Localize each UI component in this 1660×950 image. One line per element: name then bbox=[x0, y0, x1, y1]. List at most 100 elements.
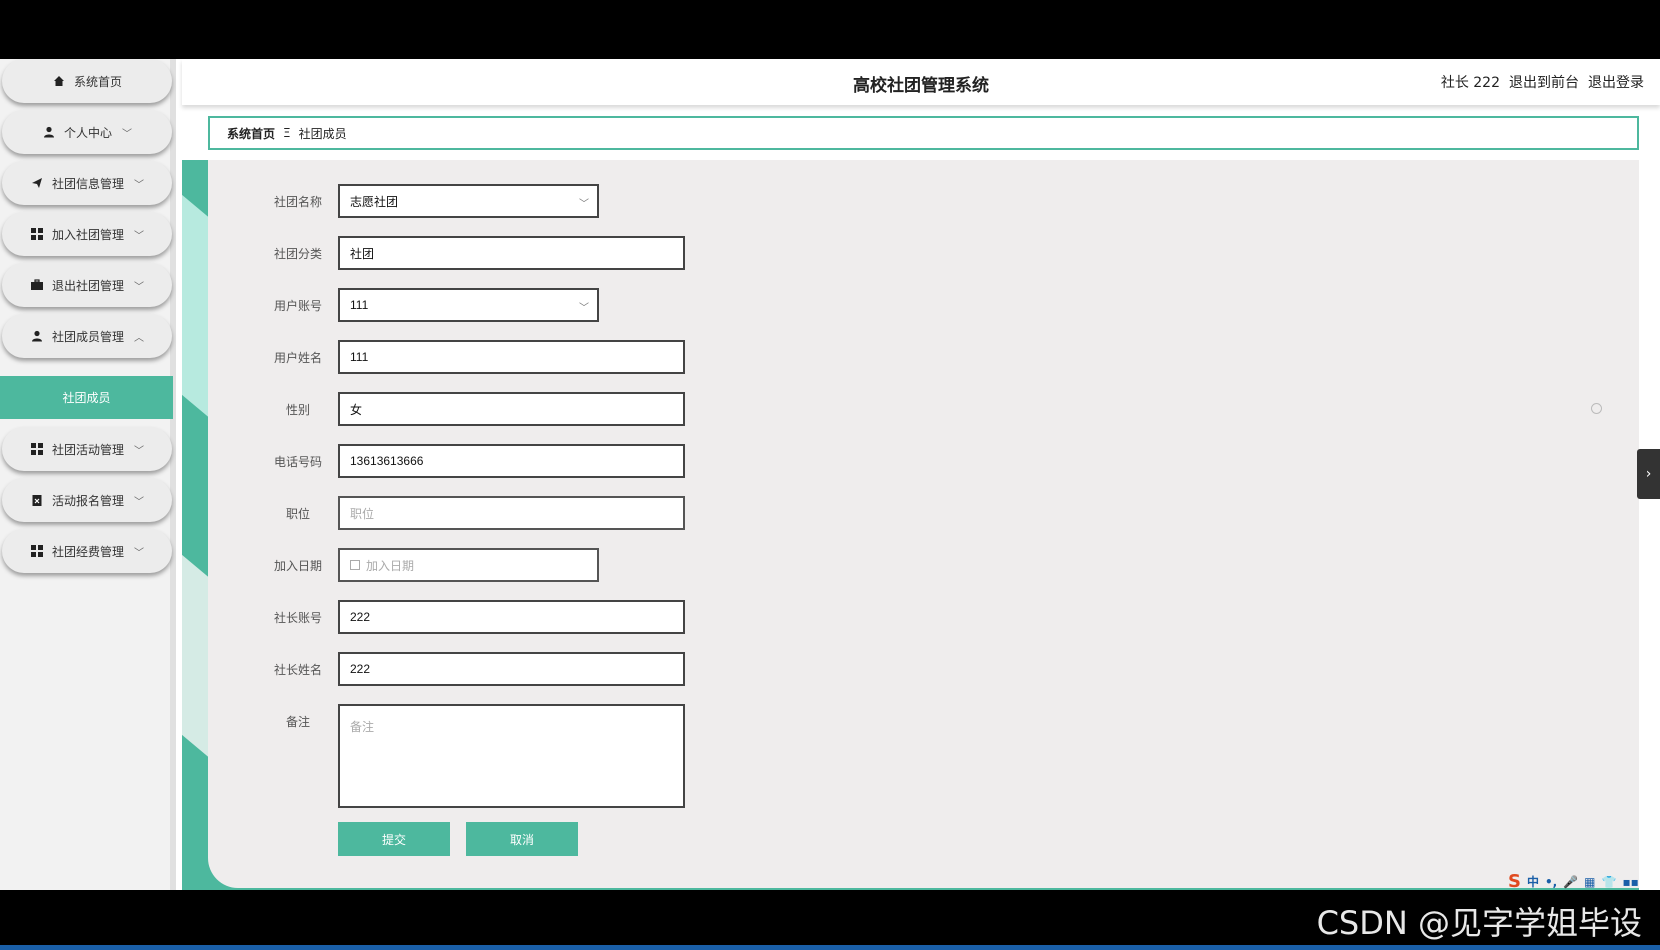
sidebar-item-members[interactable]: 社团成员管理 ︿ bbox=[2, 314, 172, 358]
app-title: 高校社团管理系统 bbox=[853, 76, 989, 96]
select-value: 111 bbox=[350, 298, 369, 312]
user-name-field[interactable]: 111 bbox=[338, 340, 685, 374]
microphone-icon[interactable]: 🎤 bbox=[1563, 875, 1578, 889]
sidebar: 系统首页 个人中心 ﹀ 社团信息管理 ﹀ 加入社团管理 ﹀ 退出社团管理 ﹀ 社… bbox=[0, 59, 176, 890]
sidebar-item-label: 退出社团管理 bbox=[51, 278, 124, 293]
form-row-user-account: 用户账号 111 ﹀ bbox=[208, 288, 908, 322]
sidebar-subitem-members[interactable]: 社团成员 bbox=[0, 376, 173, 419]
chevron-down-icon: ﹀ bbox=[134, 179, 144, 191]
breadcrumb-current: 社团成员 bbox=[298, 126, 347, 141]
ime-lang-indicator[interactable]: 中 bbox=[1527, 873, 1539, 890]
form-actions: 提交 取消 bbox=[208, 822, 908, 856]
join-date-picker[interactable]: 加入日期 bbox=[338, 548, 599, 582]
field-label: 备注 bbox=[285, 715, 310, 729]
chevron-down-icon: ﹀ bbox=[579, 199, 589, 210]
form-row-club-name: 社团名称 志愿社团 ﹀ bbox=[208, 184, 908, 218]
sidebar-item-label: 社团成员管理 bbox=[51, 329, 124, 344]
club-type-field[interactable]: 社团 bbox=[338, 236, 685, 270]
sidebar-item-activities[interactable]: 社团活动管理 ﹀ bbox=[2, 427, 172, 471]
send-icon bbox=[30, 176, 44, 190]
sidebar-item-home[interactable]: 系统首页 bbox=[2, 59, 172, 103]
form-row-leader-account: 社长账号 222 bbox=[208, 600, 908, 634]
sidebar-item-label: 系统首页 bbox=[73, 74, 122, 89]
home-icon bbox=[52, 74, 66, 88]
top-header: 高校社团管理系统 社长 222 退出到前台 退出登录 bbox=[182, 59, 1660, 105]
chevron-down-icon: ﹀ bbox=[134, 281, 144, 293]
field-label: 电话号码 bbox=[273, 455, 322, 469]
sidebar-item-signup[interactable]: 活动报名管理 ﹀ bbox=[2, 478, 172, 522]
club-name-select[interactable]: 志愿社团 ﹀ bbox=[338, 184, 599, 218]
field-label: 社团分类 bbox=[273, 247, 322, 261]
field-label: 社团名称 bbox=[273, 195, 322, 209]
ime-toolbar: S 中 •, 🎤 ▦ 👕 ▪▪ bbox=[1508, 871, 1639, 890]
progress-line bbox=[0, 945, 1660, 950]
field-label: 社长账号 bbox=[273, 611, 322, 625]
field-label: 职位 bbox=[285, 507, 310, 521]
chevron-up-icon: ︿ bbox=[134, 332, 144, 344]
sidebar-item-label: 加入社团管理 bbox=[51, 227, 124, 242]
cancel-button[interactable]: 取消 bbox=[466, 822, 578, 856]
form-row-club-type: 社团分类 社团 bbox=[208, 236, 908, 270]
sidebar-item-join-club[interactable]: 加入社团管理 ﹀ bbox=[2, 212, 172, 256]
form-panel: 社团名称 志愿社团 ﹀ 社团分类 社团 用户账号 111 ﹀ 用户姓名 111 … bbox=[208, 160, 1639, 888]
sidebar-item-label: 社团信息管理 bbox=[51, 176, 124, 191]
form-row-remark: 备注 备注 bbox=[208, 704, 908, 808]
form-row-gender: 性别 女 bbox=[208, 392, 908, 426]
top-black-bar bbox=[0, 0, 1660, 59]
form-row-join-date: 加入日期 加入日期 bbox=[208, 548, 908, 582]
chevron-down-icon: ﹀ bbox=[122, 128, 132, 140]
leader-name-field[interactable]: 222 bbox=[338, 652, 685, 686]
grid-icon bbox=[30, 442, 44, 456]
sidebar-item-label: 个人中心 bbox=[63, 125, 112, 140]
ime-logo-icon: S bbox=[1508, 871, 1521, 890]
sidebar-item-funds[interactable]: 社团经费管理 ﹀ bbox=[2, 529, 172, 573]
calendar-icon bbox=[350, 560, 360, 570]
field-label: 加入日期 bbox=[273, 559, 322, 573]
gender-field[interactable]: 女 bbox=[338, 392, 685, 426]
chevron-right-icon[interactable]: › bbox=[1637, 449, 1660, 499]
sidebar-item-label: 社团活动管理 bbox=[51, 442, 124, 457]
form-row-user-name: 用户姓名 111 bbox=[208, 340, 908, 374]
remark-textarea[interactable]: 备注 bbox=[338, 704, 685, 808]
chevron-down-icon: ﹀ bbox=[134, 445, 144, 457]
select-value: 志愿社团 bbox=[350, 194, 399, 209]
punctuation-icon[interactable]: •, bbox=[1545, 875, 1557, 889]
header-user-area: 社长 222 退出到前台 退出登录 bbox=[1441, 72, 1644, 92]
chevron-down-icon: ﹀ bbox=[134, 547, 144, 559]
close-circle-icon[interactable] bbox=[1591, 403, 1602, 414]
field-label: 用户账号 bbox=[273, 299, 322, 313]
sidebar-item-personal[interactable]: 个人中心 ﹀ bbox=[2, 110, 172, 154]
logout-link[interactable]: 退出登录 bbox=[1588, 72, 1644, 92]
sidebar-item-label: 活动报名管理 bbox=[51, 493, 124, 508]
grid-icon bbox=[30, 544, 44, 558]
form-row-phone: 电话号码 13613613666 bbox=[208, 444, 908, 478]
submit-button[interactable]: 提交 bbox=[338, 822, 450, 856]
app-window: 系统首页 个人中心 ﹀ 社团信息管理 ﹀ 加入社团管理 ﹀ 退出社团管理 ﹀ 社… bbox=[0, 59, 1660, 890]
user-icon bbox=[42, 125, 56, 139]
leader-account-field[interactable]: 222 bbox=[338, 600, 685, 634]
watermark: CSDN @见字学姐毕设 bbox=[1316, 904, 1642, 942]
field-label: 社长姓名 bbox=[273, 663, 322, 677]
clipboard-icon bbox=[30, 493, 44, 507]
form-row-leader-name: 社长姓名 222 bbox=[208, 652, 908, 686]
field-label: 用户姓名 bbox=[273, 351, 322, 365]
back-to-front-link[interactable]: 退出到前台 bbox=[1509, 72, 1579, 92]
position-field[interactable]: 职位 bbox=[338, 496, 685, 530]
user-account-select[interactable]: 111 ﹀ bbox=[338, 288, 599, 322]
skin-icon[interactable]: 👕 bbox=[1602, 875, 1617, 889]
user-icon bbox=[30, 329, 44, 343]
apps-icon[interactable]: ▪▪ bbox=[1622, 875, 1638, 889]
grid-icon bbox=[30, 227, 44, 241]
keyboard-icon[interactable]: ▦ bbox=[1584, 875, 1595, 889]
breadcrumb-separator: Ξ bbox=[283, 126, 291, 140]
breadcrumb-home[interactable]: 系统首页 bbox=[227, 125, 275, 142]
sidebar-item-club-info[interactable]: 社团信息管理 ﹀ bbox=[2, 161, 172, 205]
phone-field[interactable]: 13613613666 bbox=[338, 444, 685, 478]
form-row-position: 职位 职位 bbox=[208, 496, 908, 530]
breadcrumb: 系统首页 Ξ 社团成员 bbox=[208, 116, 1639, 150]
sidebar-item-quit-club[interactable]: 退出社团管理 ﹀ bbox=[2, 263, 172, 307]
chevron-down-icon: ﹀ bbox=[579, 303, 589, 314]
briefcase-icon bbox=[30, 278, 44, 292]
current-user: 社长 222 bbox=[1440, 75, 1500, 91]
date-placeholder: 加入日期 bbox=[366, 558, 415, 573]
